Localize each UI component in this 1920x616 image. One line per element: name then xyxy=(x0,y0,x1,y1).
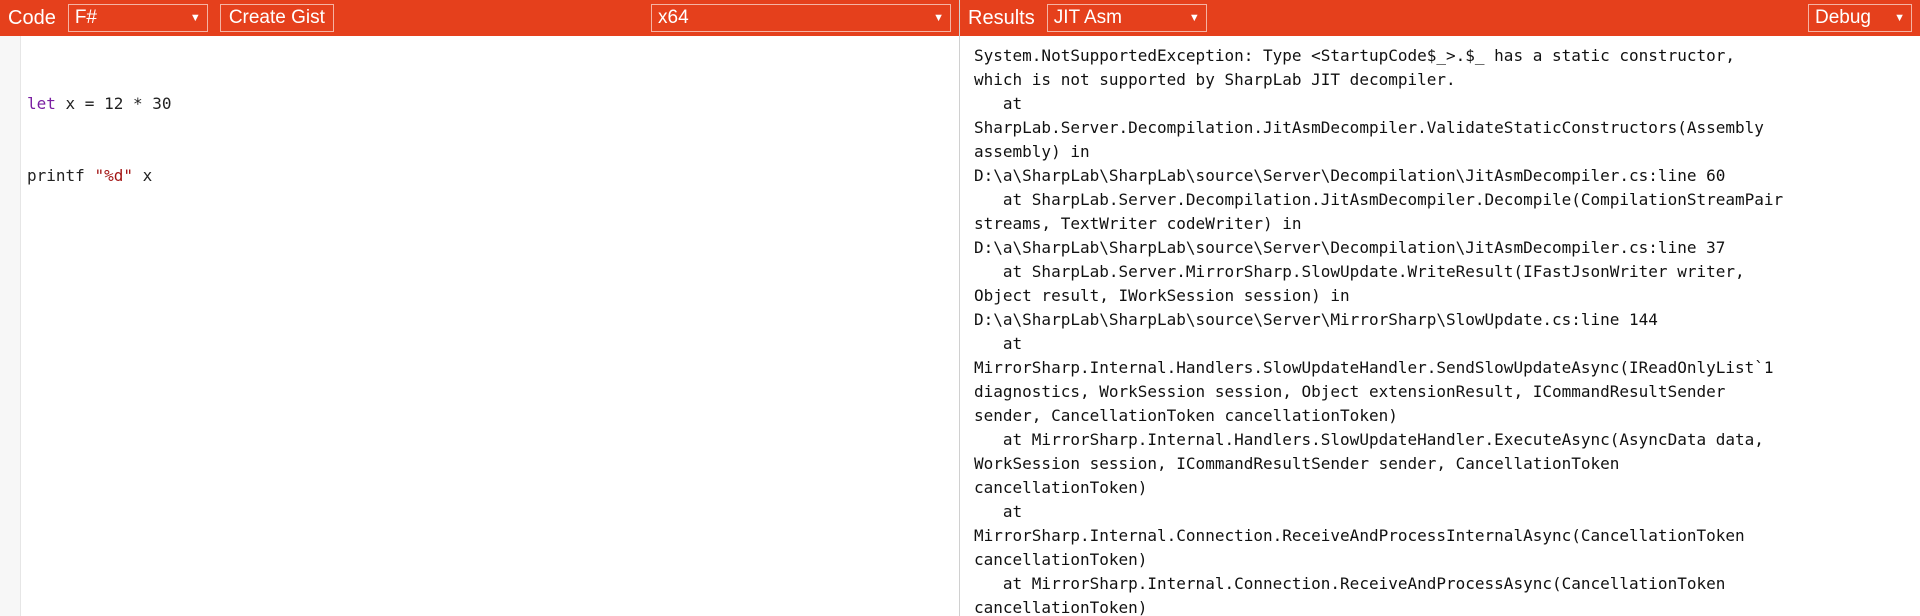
output-line: sender, CancellationToken cancellationTo… xyxy=(974,406,1398,425)
code-text-segment: printf xyxy=(27,166,95,185)
output-line: at SharpLab.Server.Decompilation.JitAsmD… xyxy=(974,190,1784,209)
output-line: MirrorSharp.Internal.Connection.ReceiveA… xyxy=(974,526,1745,545)
code-text[interactable]: let x = 12 * 30 printf "%d" x xyxy=(21,36,172,616)
output-line: Object result, IWorkSession session) in xyxy=(974,286,1350,305)
platform-select[interactable]: x64 ▼ xyxy=(651,4,951,32)
results-output: System.NotSupportedException: Type <Star… xyxy=(960,36,1920,616)
editor-gutter xyxy=(0,36,21,616)
results-header: Results JIT Asm ▼ Debug ▼ xyxy=(960,0,1920,36)
output-line: assembly) in xyxy=(974,142,1090,161)
output-line: D:\a\SharpLab\SharpLab\source\Server\Dec… xyxy=(974,238,1726,257)
output-line: cancellationToken) xyxy=(974,598,1148,616)
mode-select[interactable]: JIT Asm ▼ xyxy=(1046,4,1207,32)
chevron-down-icon: ▼ xyxy=(189,12,201,24)
results-panel-title: Results xyxy=(968,6,1035,29)
platform-value: x64 xyxy=(658,7,689,28)
results-panel: Results JIT Asm ▼ Debug ▼ System.NotSupp… xyxy=(960,0,1920,616)
code-keyword: let xyxy=(27,94,56,113)
output-line: at MirrorSharp.Internal.Connection.Recei… xyxy=(974,574,1726,593)
create-gist-button[interactable]: Create Gist xyxy=(219,4,334,32)
language-value: F# xyxy=(74,7,97,28)
chevron-down-icon: ▼ xyxy=(933,12,944,24)
code-line: printf "%d" x xyxy=(27,164,172,188)
chevron-down-icon: ▼ xyxy=(1188,12,1200,24)
language-select[interactable]: F# ▼ xyxy=(67,4,208,32)
output-line: D:\a\SharpLab\SharpLab\source\Server\Dec… xyxy=(974,166,1726,185)
code-text-segment: x xyxy=(132,166,153,185)
output-line: which is not supported by SharpLab JIT d… xyxy=(974,70,1456,89)
output-line: SharpLab.Server.Decompilation.JitAsmDeco… xyxy=(974,118,1764,137)
output-line: at SharpLab.Server.MirrorSharp.SlowUpdat… xyxy=(974,262,1745,281)
output-line: MirrorSharp.Internal.Handlers.SlowUpdate… xyxy=(974,358,1774,377)
output-line: at MirrorSharp.Internal.Handlers.SlowUpd… xyxy=(974,430,1764,449)
code-panel: Code F# ▼ Create Gist x64 ▼ let x = 12 *… xyxy=(0,0,960,616)
output-line: System.NotSupportedException: Type <Star… xyxy=(974,46,1735,65)
create-gist-label: Create Gist xyxy=(228,7,325,28)
output-line: at xyxy=(974,94,1023,113)
sharplab-app: Code F# ▼ Create Gist x64 ▼ let x = 12 *… xyxy=(0,0,1920,616)
code-panel-title: Code xyxy=(8,6,56,29)
output-line: WorkSession session, ICommandResultSende… xyxy=(974,454,1620,473)
code-line: let x = 12 * 30 xyxy=(27,92,172,116)
code-editor[interactable]: let x = 12 * 30 printf "%d" x xyxy=(0,36,959,616)
build-value: Debug xyxy=(1815,7,1871,28)
code-header: Code F# ▼ Create Gist x64 ▼ xyxy=(0,0,959,36)
output-line: at xyxy=(974,502,1023,521)
output-line: diagnostics, WorkSession session, Object… xyxy=(974,382,1726,401)
output-line: D:\a\SharpLab\SharpLab\source\Server\Mir… xyxy=(974,310,1658,329)
output-line: at xyxy=(974,334,1023,353)
output-line: streams, TextWriter codeWriter) in xyxy=(974,214,1302,233)
output-line: cancellationToken) xyxy=(974,478,1148,497)
output-line: cancellationToken) xyxy=(974,550,1148,569)
code-text-segment: x = 12 * 30 xyxy=(55,94,172,113)
chevron-down-icon: ▼ xyxy=(1894,12,1905,24)
code-string: "%d" xyxy=(94,166,133,185)
build-select[interactable]: Debug ▼ xyxy=(1808,4,1912,32)
mode-value: JIT Asm xyxy=(1053,7,1122,28)
